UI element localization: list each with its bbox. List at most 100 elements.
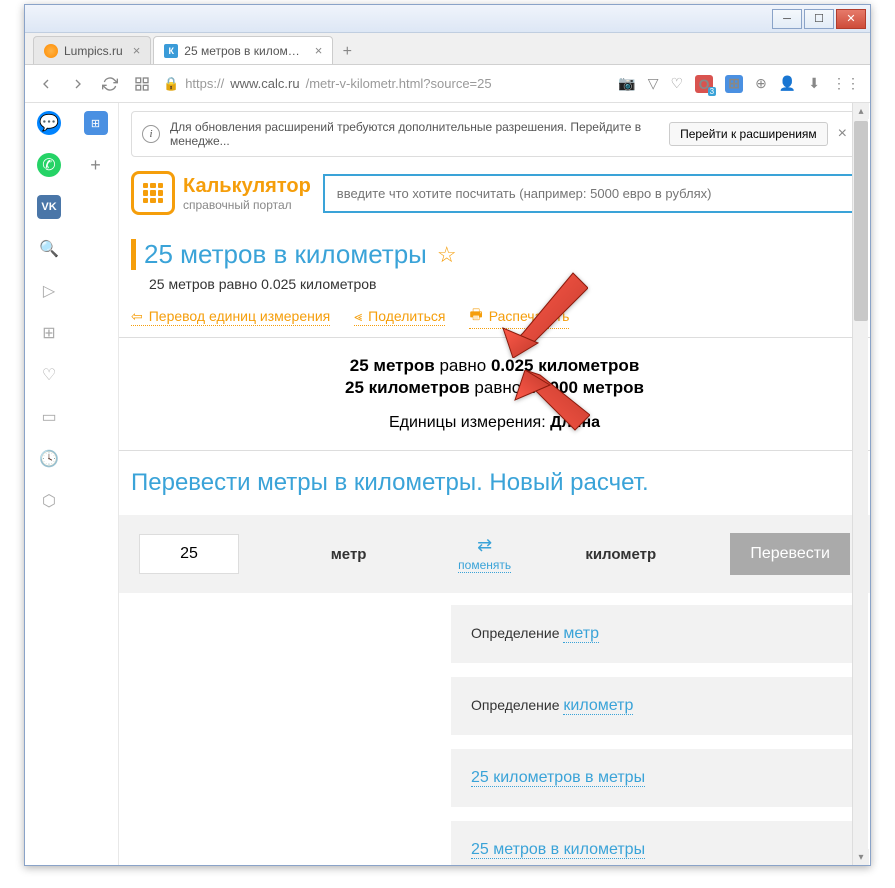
browser-tab[interactable]: Lumpics.ru ×	[33, 36, 151, 64]
definition-card: Определение метр	[451, 605, 858, 663]
result-line-2: 25 километров равно 25 000 метров	[137, 378, 852, 398]
extension-icon[interactable]: ⊞	[725, 75, 743, 93]
cube-icon[interactable]: ⬡	[37, 489, 61, 513]
camera-icon[interactable]: 📷	[618, 75, 635, 92]
section-title: Перевести метры в километры. Новый расче…	[131, 469, 858, 497]
card-link[interactable]: километр	[563, 697, 633, 715]
messenger-icon[interactable]: 💬	[37, 111, 61, 135]
globe-icon[interactable]: ⊕	[755, 75, 767, 92]
maximize-button[interactable]: ☐	[804, 9, 834, 29]
send-icon[interactable]: ▷	[37, 279, 61, 303]
add-icon[interactable]: +	[90, 155, 101, 176]
page-content: ⊞ + i Для обновления расширений требуютс…	[73, 103, 870, 865]
units-link[interactable]: ⇦ Перевод единиц измерения	[131, 308, 330, 326]
definition-cards: Определение метр Определение километр 25…	[119, 593, 870, 865]
site-logo[interactable]: Калькулятор справочный портал	[131, 171, 311, 215]
swap-icon: ⇄	[477, 535, 492, 556]
back-button[interactable]	[35, 73, 57, 95]
badge-count: 3	[708, 87, 716, 96]
menu-icon[interactable]: ⋮⋮	[832, 75, 860, 92]
convert-button[interactable]: Перевести	[730, 533, 850, 575]
info-icon: i	[142, 125, 160, 143]
tab-title: 25 метров в километры	[184, 44, 304, 58]
url-field[interactable]: 🔒 https:// www.calc.ru/metr-v-kilometr.ht…	[163, 76, 608, 92]
user-icon[interactable]: 👤	[779, 75, 796, 92]
swap-label: поменять	[458, 558, 511, 573]
page-title: 25 метров в километры	[144, 239, 427, 270]
heart-sidebar-icon[interactable]: ♡	[37, 363, 61, 387]
to-unit-label: километр	[531, 546, 710, 563]
result-box: 25 метров равно 0.025 километров 25 кило…	[119, 337, 870, 451]
site-header: Калькулятор справочный портал	[119, 165, 870, 221]
reload-button[interactable]	[99, 73, 121, 95]
favorite-star-icon[interactable]: ☆	[437, 242, 457, 268]
search-input[interactable]	[323, 174, 858, 213]
bookmark-icon[interactable]: ▽	[648, 75, 659, 92]
from-unit-label: метр	[259, 546, 438, 563]
logo-icon	[131, 171, 175, 215]
printer-icon: 🖶	[469, 304, 482, 328]
browser-window: ─ ☐ ✕ Lumpics.ru × К 25 метров в километ…	[24, 4, 871, 866]
address-bar: 🔒 https:// www.calc.ru/metr-v-kilometr.ht…	[25, 65, 870, 103]
notification-action-button[interactable]: Перейти к расширениям	[669, 122, 828, 146]
extension-opera-icon[interactable]: O3	[695, 75, 713, 93]
news-icon[interactable]: ▭	[37, 405, 61, 429]
vk-icon[interactable]: VK	[37, 195, 61, 219]
converter-row: метр ⇄ поменять километр Перевести	[119, 515, 870, 593]
scroll-thumb[interactable]	[854, 121, 868, 321]
notification-bar: i Для обновления расширений требуются до…	[131, 111, 858, 157]
logo-subtitle: справочный портал	[183, 198, 311, 212]
tab-bar: Lumpics.ru × К 25 метров в километры × +	[25, 33, 870, 65]
card-link[interactable]: 25 метров в километры	[471, 841, 645, 859]
tab-favicon-icon: К	[164, 44, 178, 58]
window-titlebar: ─ ☐ ✕	[25, 5, 870, 33]
new-tab-button[interactable]: +	[335, 40, 359, 64]
action-links: ⇦ Перевод единиц измерения ⪡ Поделиться …	[131, 304, 858, 329]
share-link-label: Поделиться	[368, 308, 445, 324]
notification-text: Для обновления расширений требуются допо…	[170, 120, 659, 148]
url-path: /metr-v-kilometr.html?source=25	[306, 76, 492, 91]
minimize-button[interactable]: ─	[772, 9, 802, 29]
site-extension-icon[interactable]: ⊞	[84, 111, 108, 135]
close-button[interactable]: ✕	[836, 9, 866, 29]
notification-close-icon[interactable]: ×	[838, 125, 847, 143]
url-protocol: https://	[185, 76, 224, 91]
browser-tab-active[interactable]: К 25 метров в километры ×	[153, 36, 333, 64]
page-title-row: 25 метров в километры ☆	[131, 239, 858, 270]
scrollbar[interactable]: ▴ ▾	[852, 103, 868, 865]
search-sidebar-icon[interactable]: 🔍	[37, 237, 61, 261]
tab-close-icon[interactable]: ×	[133, 43, 141, 58]
result-line-1: 25 метров равно 0.025 километров	[137, 356, 852, 376]
card-link[interactable]: метр	[563, 625, 599, 643]
tab-close-icon[interactable]: ×	[315, 43, 323, 58]
definition-card: 25 километров в метры	[451, 749, 858, 807]
scroll-down-icon[interactable]: ▾	[853, 849, 869, 865]
share-link[interactable]: ⪡ Поделиться	[354, 308, 445, 326]
definition-card: 25 метров в километры	[451, 821, 858, 865]
forward-button[interactable]	[67, 73, 89, 95]
result-unit: Единицы измерения: Длина	[137, 414, 852, 432]
swap-button[interactable]: ⇄ поменять	[458, 535, 511, 573]
whatsapp-icon[interactable]: ✆	[37, 153, 61, 177]
url-host: www.calc.ru	[230, 76, 299, 91]
scroll-up-icon[interactable]: ▴	[853, 103, 869, 119]
print-link-label: Распечатать	[489, 308, 570, 324]
site-left-sidebar: ⊞ +	[73, 103, 119, 865]
card-prefix: Определение	[471, 625, 563, 641]
card-link[interactable]: 25 километров в метры	[471, 769, 645, 787]
toolbar-icons: 📷 ▽ ♡ O3 ⊞ ⊕ 👤 ⬇ ⋮⋮	[618, 75, 860, 93]
arrow-left-icon: ⇦	[131, 308, 143, 325]
download-icon[interactable]: ⬇	[808, 75, 820, 92]
tab-favicon-icon	[44, 44, 58, 58]
page-main: i Для обновления расширений требуются до…	[119, 103, 870, 865]
value-input[interactable]	[139, 534, 239, 574]
grid-icon[interactable]: ⊞	[37, 321, 61, 345]
logo-title: Калькулятор	[183, 175, 311, 198]
heart-icon[interactable]: ♡	[671, 75, 684, 92]
definition-card: Определение километр	[451, 677, 858, 735]
card-prefix: Определение	[471, 697, 563, 713]
lock-icon: 🔒	[163, 76, 179, 92]
history-icon[interactable]: 🕓	[37, 447, 61, 471]
print-link[interactable]: 🖶 Распечатать	[469, 304, 569, 329]
speed-dial-button[interactable]	[131, 73, 153, 95]
